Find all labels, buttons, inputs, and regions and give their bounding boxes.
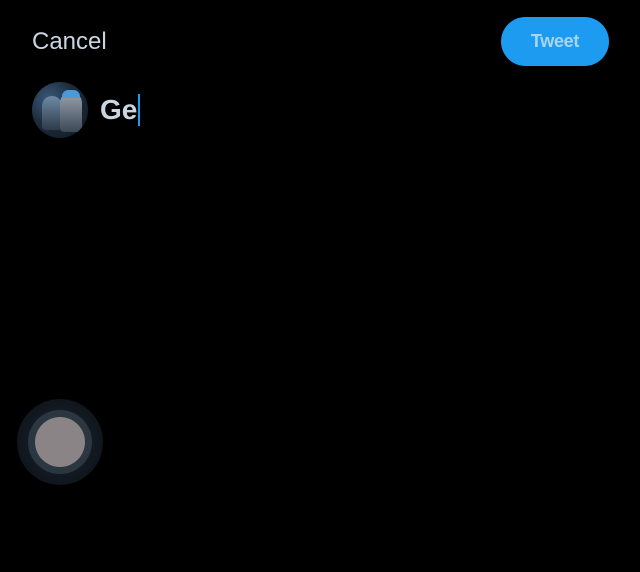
text-caret xyxy=(138,94,141,126)
touch-indicator-dot xyxy=(35,417,85,467)
avatar-figure-right xyxy=(60,92,82,132)
tweet-button[interactable]: Tweet xyxy=(501,17,609,66)
tweet-text-input[interactable]: Ge xyxy=(100,94,141,126)
touch-indicator-ring xyxy=(28,410,92,474)
avatar[interactable] xyxy=(32,82,88,138)
compose-row: Ge xyxy=(32,82,141,138)
tweet-text: Ge xyxy=(100,94,138,125)
avatar-cap xyxy=(62,90,80,98)
touch-indicator-icon xyxy=(17,399,103,485)
cancel-button[interactable]: Cancel xyxy=(32,26,107,58)
avatar-figure-left xyxy=(42,96,62,130)
